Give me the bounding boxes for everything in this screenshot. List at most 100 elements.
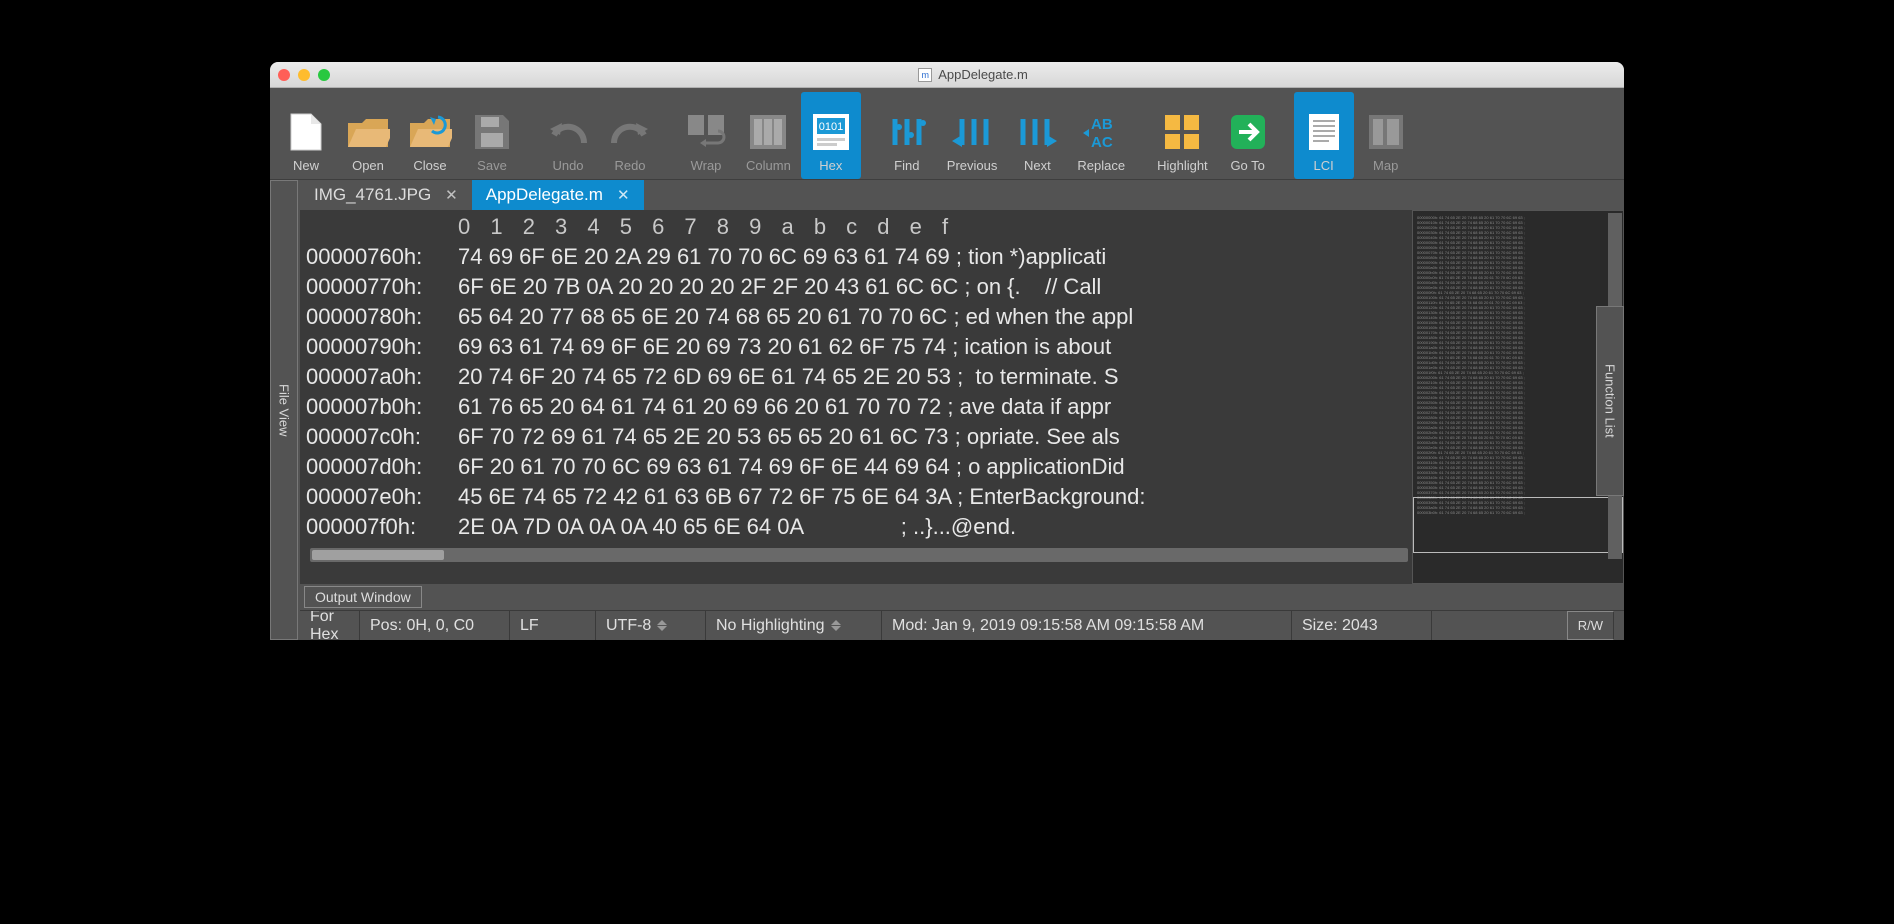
previous-icon xyxy=(950,110,994,154)
toolbar-next-button[interactable]: Next xyxy=(1007,92,1067,179)
status-modified: Mod: Jan 9, 2019 09:15:58 AM 09:15:58 AM xyxy=(882,611,1292,640)
svg-text:0101: 0101 xyxy=(819,121,843,133)
tab-1[interactable]: AppDelegate.m ✕ xyxy=(472,180,644,210)
close-tab-icon[interactable]: ✕ xyxy=(617,186,630,204)
toolbar-goto-button[interactable]: Go To xyxy=(1218,92,1278,179)
toolbar-close-button[interactable]: Close xyxy=(400,92,460,179)
tab-label: IMG_4761.JPG xyxy=(314,185,431,205)
hex-icon: 0101 xyxy=(809,110,853,154)
toolbar-label: Save xyxy=(477,158,507,173)
tab-label: AppDelegate.m xyxy=(486,185,603,205)
toolbar-highlight-button[interactable]: Highlight xyxy=(1149,92,1216,179)
hex-row[interactable]: 000007d0h:6F 20 61 70 70 6C 69 63 61 74 … xyxy=(306,452,1412,482)
toolbar-hex-button[interactable]: 0101 Hex xyxy=(801,92,861,179)
zoom-window-button[interactable] xyxy=(318,69,330,81)
output-window-bar: Output Window xyxy=(300,584,1624,610)
toolbar-lci-button[interactable]: LCI xyxy=(1294,92,1354,179)
status-position[interactable]: Pos: 0H, 0, C0 xyxy=(360,611,510,640)
toolbar-label: Replace xyxy=(1077,158,1125,173)
toolbar-label: Map xyxy=(1373,158,1398,173)
toolbar-label: Close xyxy=(413,158,446,173)
close-icon xyxy=(408,110,452,154)
next-icon xyxy=(1015,110,1059,154)
chevron-updown-icon xyxy=(657,618,671,634)
hex-row[interactable]: 00000790h:69 63 61 74 69 6F 6E 20 69 73 … xyxy=(306,332,1412,362)
hex-row[interactable]: 00000770h:6F 6E 20 7B 0A 20 20 20 20 2F … xyxy=(306,272,1412,302)
hex-row[interactable]: 000007e0h:45 6E 74 65 72 42 61 63 6B 67 … xyxy=(306,482,1412,512)
toolbar-previous-button[interactable]: Previous xyxy=(939,92,1006,179)
toolbar-redo-button[interactable]: Redo xyxy=(600,92,660,179)
function-list-panel-tab[interactable]: Function List xyxy=(1596,306,1624,496)
read-write-toggle[interactable]: R/W xyxy=(1567,611,1614,640)
replace-icon: ABAC xyxy=(1079,110,1123,154)
hex-row[interactable]: 000007c0h:6F 70 72 69 61 74 65 2E 20 53 … xyxy=(306,422,1412,452)
chevron-updown-icon xyxy=(831,618,845,634)
file-type-icon: m xyxy=(918,68,932,82)
tab-0[interactable]: IMG_4761.JPG ✕ xyxy=(300,180,472,210)
new-icon xyxy=(284,110,328,154)
file-view-panel-tab[interactable]: File View xyxy=(270,180,298,640)
horizontal-scrollbar[interactable] xyxy=(310,548,1408,562)
toolbar-new-button[interactable]: New xyxy=(276,92,336,179)
app-window: m AppDelegate.m New Open Close Save Undo Redo… xyxy=(270,62,1624,640)
toolbar-find-button[interactable]: Find xyxy=(877,92,937,179)
wrap-icon xyxy=(684,110,728,154)
tab-bar: IMG_4761.JPG ✕ AppDelegate.m ✕ xyxy=(300,180,1624,210)
hex-row[interactable]: 000007f0h:2E 0A 7D 0A 0A 0A 40 65 6E 64 … xyxy=(306,512,1412,542)
toolbar-column-button[interactable]: Column xyxy=(738,92,799,179)
status-bar: For Hex Pos: 0H, 0, C0 LF UTF-8 No Highl… xyxy=(300,610,1624,640)
save-icon xyxy=(470,110,514,154)
hex-column-header: 0 1 2 3 4 5 6 7 8 9 a b c d e f xyxy=(306,212,1412,242)
status-size: Size: 2043 xyxy=(1292,611,1432,640)
minimap[interactable]: 00000000h: 61 74 65 2E 20 74 68 65 20 61… xyxy=(1412,210,1624,584)
toolbar-label: Wrap xyxy=(691,158,722,173)
map-icon xyxy=(1364,110,1408,154)
column-icon xyxy=(746,110,790,154)
open-icon xyxy=(346,110,390,154)
lci-icon xyxy=(1302,110,1346,154)
toolbar-label: Find xyxy=(894,158,919,173)
redo-icon xyxy=(608,110,652,154)
window-title: AppDelegate.m xyxy=(938,67,1028,82)
highlight-icon xyxy=(1160,110,1204,154)
hex-row[interactable]: 000007b0h:61 76 65 20 64 61 74 61 20 69 … xyxy=(306,392,1412,422)
minimap-viewport[interactable] xyxy=(1413,497,1623,553)
toolbar-save-button[interactable]: Save xyxy=(462,92,522,179)
toolbar-open-button[interactable]: Open xyxy=(338,92,398,179)
window-controls xyxy=(278,69,330,81)
hex-editor[interactable]: 0 1 2 3 4 5 6 7 8 9 a b c d e f 00000760… xyxy=(300,210,1412,584)
toolbar-map-button[interactable]: Map xyxy=(1356,92,1416,179)
toolbar-label: Hex xyxy=(819,158,842,173)
toolbar-label: Next xyxy=(1024,158,1051,173)
toolbar-wrap-button[interactable]: Wrap xyxy=(676,92,736,179)
hex-row[interactable]: 00000780h:65 64 20 77 68 65 6E 20 74 68 … xyxy=(306,302,1412,332)
svg-text:AC: AC xyxy=(1091,134,1113,151)
hex-row[interactable]: 000007a0h:20 74 6F 20 74 65 72 6D 69 6E … xyxy=(306,362,1412,392)
find-icon xyxy=(885,110,929,154)
undo-icon xyxy=(546,110,590,154)
toolbar-label: Column xyxy=(746,158,791,173)
main-content: 0 1 2 3 4 5 6 7 8 9 a b c d e f 00000760… xyxy=(300,210,1624,584)
scrollbar-thumb[interactable] xyxy=(312,550,444,560)
close-window-button[interactable] xyxy=(278,69,290,81)
status-mode[interactable]: For Hex xyxy=(300,611,360,640)
output-window-button[interactable]: Output Window xyxy=(304,586,422,608)
hex-row[interactable]: 00000760h:74 69 6F 6E 20 2A 29 61 70 70 … xyxy=(306,242,1412,272)
toolbar-undo-button[interactable]: Undo xyxy=(538,92,598,179)
status-encoding-select[interactable]: UTF-8 xyxy=(596,611,706,640)
titlebar[interactable]: m AppDelegate.m xyxy=(270,62,1624,88)
toolbar: New Open Close Save Undo Redo Wrap Column 0101 He… xyxy=(270,88,1624,180)
toolbar-label: LCI xyxy=(1314,158,1334,173)
toolbar-label: New xyxy=(293,158,319,173)
minimize-window-button[interactable] xyxy=(298,69,310,81)
svg-text:AB: AB xyxy=(1091,116,1113,133)
status-line-ending[interactable]: LF xyxy=(510,611,596,640)
toolbar-replace-button[interactable]: ABAC Replace xyxy=(1069,92,1133,179)
toolbar-label: Redo xyxy=(614,158,645,173)
close-tab-icon[interactable]: ✕ xyxy=(445,186,458,204)
toolbar-label: Go To xyxy=(1230,158,1264,173)
status-highlighting-select[interactable]: No Highlighting xyxy=(706,611,882,640)
toolbar-label: Previous xyxy=(947,158,998,173)
goto-icon xyxy=(1226,110,1270,154)
toolbar-label: Highlight xyxy=(1157,158,1208,173)
